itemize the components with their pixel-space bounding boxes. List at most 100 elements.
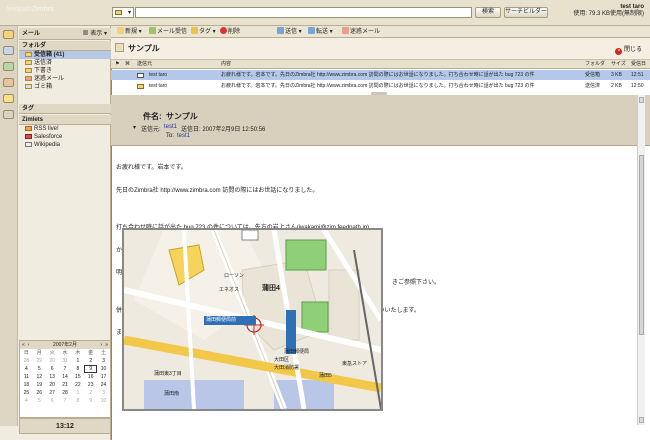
conversation-icon [115, 43, 124, 52]
calendar-day[interactable]: 31 [59, 357, 72, 365]
calendar-day[interactable]: 18 [20, 381, 33, 389]
forward-button[interactable]: 転送 ▾ [308, 27, 333, 37]
search-builder-button[interactable]: サーチビルダー [504, 7, 548, 18]
column-folder[interactable]: フォルダ [585, 60, 605, 69]
folder-inbox[interactable]: 受信箱 (41) [19, 51, 111, 59]
column-content[interactable]: 内容 [221, 60, 231, 69]
weekday-label: 火 [49, 350, 55, 356]
calendar-day[interactable]: 4 [20, 365, 33, 373]
zimlet-salesforce[interactable]: Salesforce [19, 133, 111, 141]
from-address[interactable]: test1 [164, 124, 177, 130]
folder-sent[interactable]: 送信済 [19, 59, 111, 67]
calendar-day[interactable]: 11 [20, 373, 33, 381]
scroll-down-icon[interactable] [639, 417, 644, 423]
calendar-day[interactable]: 17 [97, 373, 110, 381]
calendar-day[interactable]: 5 [33, 365, 46, 373]
to-address[interactable]: test1 [177, 133, 190, 139]
calendar-day[interactable]: 5 [33, 397, 46, 405]
calendar-day[interactable]: 25 [20, 389, 33, 397]
calendar-day[interactable]: 20 [46, 381, 59, 389]
folder-label: 迷惑メール [34, 76, 65, 82]
get-mail-button[interactable]: メール受信 [149, 27, 187, 37]
calendar-day[interactable]: 7 [59, 397, 72, 405]
calendar-day[interactable]: 4 [20, 397, 33, 405]
calendar-day[interactable]: 26 [33, 389, 46, 397]
calendar-day[interactable]: 23 [84, 381, 97, 389]
folders-header[interactable]: フォルダ [19, 41, 111, 51]
calendar-day[interactable]: 28 [20, 357, 33, 365]
calendar-day[interactable]: 29 [33, 357, 46, 365]
next-year-icon[interactable]: » [105, 341, 110, 349]
calendar-day[interactable]: 15 [71, 373, 84, 381]
scroll-up-icon[interactable] [639, 97, 644, 103]
calendar-day[interactable]: 8 [71, 365, 84, 373]
reply-button[interactable]: 送信 ▾ [277, 27, 302, 37]
prev-month-icon[interactable]: ‹ [25, 341, 30, 349]
calendar-day[interactable]: 13 [46, 373, 59, 381]
mail-app-icon[interactable] [3, 30, 14, 39]
conversation-header: サンプル × 閉じる [111, 38, 650, 60]
calendar-day[interactable]: 30 [46, 357, 59, 365]
calendar-day[interactable]: 6 [46, 365, 59, 373]
scroll-thumb[interactable] [639, 155, 644, 335]
top-bar: feedpathZimbra ▾ 検索 サーチビルダー test taro 使用… [0, 0, 650, 26]
calendar-day[interactable]: 22 [71, 381, 84, 389]
tasks-app-icon[interactable] [3, 94, 14, 103]
from-label: 送信元: [141, 127, 161, 133]
search-type-dropdown[interactable]: ▾ [112, 7, 134, 18]
column-size[interactable]: サイズ [611, 60, 626, 69]
calendar-day[interactable]: 3 [97, 389, 110, 397]
zimlet-rss[interactable]: RSS live! [19, 125, 111, 133]
new-button[interactable]: 新規 ▾ [117, 27, 142, 37]
view-menu[interactable]: ▦ 表示 ▾ [83, 28, 107, 40]
next-month-icon[interactable]: › [101, 341, 106, 349]
column-received[interactable]: 受信日 [631, 60, 646, 69]
folder-label: 受信箱 (41) [34, 52, 65, 58]
calendar-day[interactable]: 21 [59, 381, 72, 389]
folder-drafts[interactable]: 下書き [19, 67, 111, 75]
message-row-selected[interactable]: test taro お疲れ様です。岩本です。先日のZimbra社 http://… [111, 70, 650, 80]
calendar-day[interactable]: 14 [59, 373, 72, 381]
zimlets-header[interactable]: Zimlets [19, 115, 111, 125]
message-scrollbar[interactable] [637, 95, 645, 425]
calendar-day[interactable]: 10 [97, 365, 110, 373]
spam-button[interactable]: 迷惑メール [342, 27, 380, 37]
folder-junk[interactable]: 迷惑メール [19, 75, 111, 83]
row-size: 3 KB [611, 72, 622, 78]
calendar-day[interactable]: 1 [71, 389, 84, 397]
expand-header-icon[interactable]: ▾ [133, 124, 136, 131]
notebook-app-icon[interactable] [3, 78, 14, 87]
folder-trash[interactable]: ゴミ箱 [19, 83, 111, 91]
calendar-day[interactable]: 7 [59, 365, 72, 373]
tag-button[interactable]: タグ ▾ [191, 27, 216, 37]
calendar-day[interactable]: 9 [84, 365, 98, 373]
message-row[interactable]: test taro お疲れ様です。岩本です。先日のZimbra社 http://… [111, 81, 650, 91]
calendar-day[interactable]: 1 [71, 357, 84, 365]
search-button[interactable]: 検索 [475, 7, 501, 18]
map-popup[interactable]: 蒲田4 ローソン エネオス 蒲田郵便局前 蒲田郵便局 東急ストア 大田区 大田消… [122, 228, 383, 411]
delete-button[interactable]: 削除 [220, 27, 240, 37]
calendar-day[interactable]: 6 [46, 397, 59, 405]
options-app-icon[interactable] [3, 110, 14, 119]
calendar-day[interactable]: 9 [84, 397, 97, 405]
calendar-day[interactable]: 16 [84, 373, 97, 381]
flag-column-icon[interactable]: ⚑ [115, 60, 119, 69]
calendar-day[interactable]: 12 [33, 373, 46, 381]
calendar-day[interactable]: 19 [33, 381, 46, 389]
column-from[interactable]: 送信元 [137, 60, 152, 69]
calendar-day[interactable]: 27 [46, 389, 59, 397]
calendar-day[interactable]: 2 [84, 389, 97, 397]
search-input[interactable] [135, 7, 472, 18]
tags-header[interactable]: タグ [19, 104, 111, 114]
calendar-day[interactable]: 3 [97, 357, 110, 365]
zimlet-wikipedia[interactable]: Wikipedia [19, 141, 111, 149]
calendar-day[interactable]: 10 [97, 397, 110, 405]
close-button[interactable]: × 閉じる [615, 44, 642, 55]
calendar-day[interactable]: 28 [59, 389, 72, 397]
contacts-app-icon[interactable] [3, 46, 14, 55]
calendar-day[interactable]: 2 [84, 357, 97, 365]
calendar-day[interactable]: 8 [71, 397, 84, 405]
calendar-day[interactable]: 24 [97, 381, 110, 389]
calendar-app-icon[interactable] [3, 62, 14, 71]
attach-column-icon[interactable]: ⌘ [125, 60, 130, 69]
